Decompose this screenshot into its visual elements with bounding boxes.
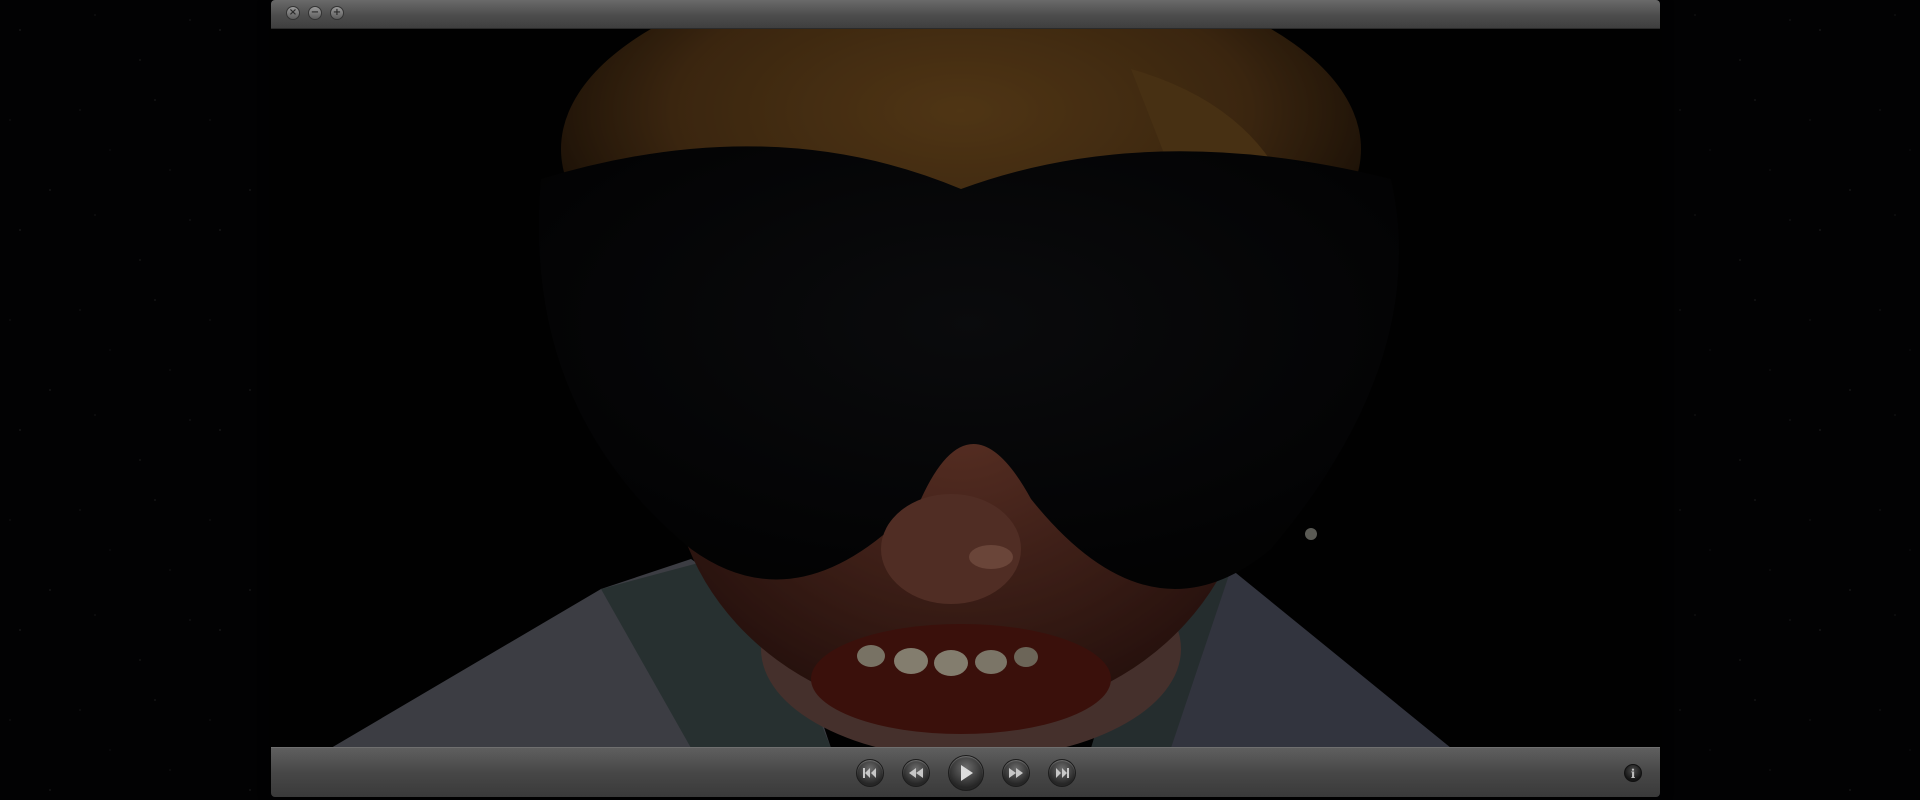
rewind-button[interactable] xyxy=(901,758,930,787)
video-display[interactable] xyxy=(271,29,1660,748)
window-minimize-button[interactable]: − xyxy=(308,6,322,20)
play-button[interactable] xyxy=(947,754,984,791)
play-icon xyxy=(960,764,973,781)
playback-controlbar: i xyxy=(271,747,1660,797)
desktop-starfield-background: × − + i xyxy=(0,0,1920,800)
rewind-icon xyxy=(908,767,923,778)
fast-forward-button[interactable] xyxy=(1001,758,1030,787)
window-titlebar[interactable]: × − + xyxy=(271,0,1660,29)
skip-forward-button[interactable] xyxy=(1047,758,1076,787)
skip-to-start-icon xyxy=(862,767,876,778)
video-frame-image xyxy=(271,29,1660,748)
transport-controls xyxy=(855,754,1076,791)
fast-forward-icon xyxy=(1008,767,1023,778)
skip-back-button[interactable] xyxy=(855,758,884,787)
window-close-button[interactable]: × xyxy=(286,6,300,20)
window-zoom-button[interactable]: + xyxy=(330,6,344,20)
info-button[interactable]: i xyxy=(1624,763,1642,782)
skip-to-end-icon xyxy=(1055,767,1069,778)
video-player-window: × − + i xyxy=(271,0,1660,797)
